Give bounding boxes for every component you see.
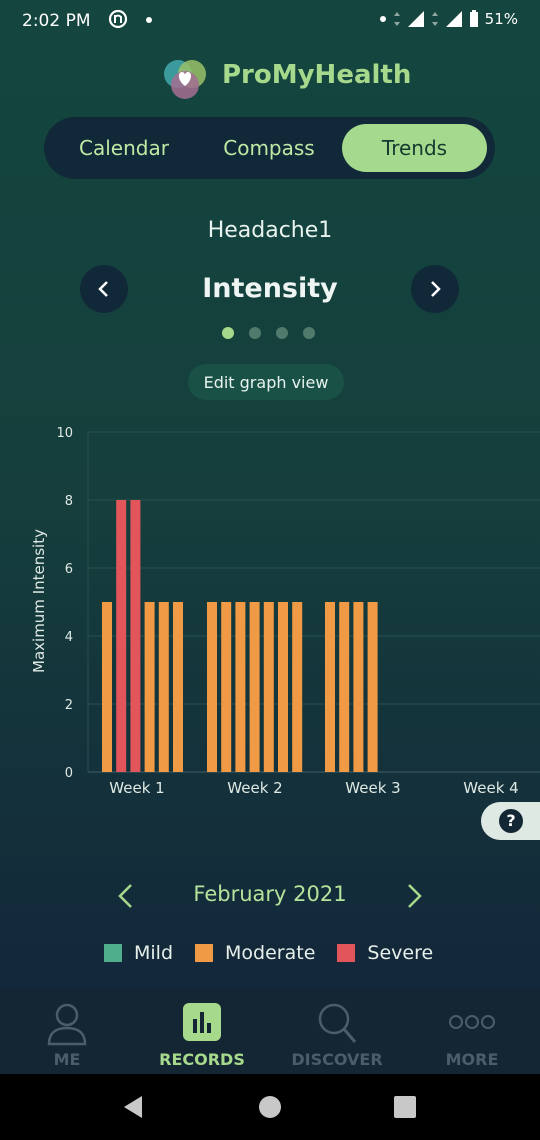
record-name: Headache1 [207,218,333,243]
recents-icon[interactable] [392,1094,418,1120]
page-dot[interactable] [249,327,261,339]
help-button[interactable]: ? [481,802,540,840]
month-label: February 2021 [193,882,347,906]
legend-item-moderate: Moderate [195,942,315,964]
metric-selector: Intensity [0,265,540,315]
bar-moderate[interactable] [325,602,335,772]
status-time: 2:02 PM [22,11,91,31]
bar-moderate[interactable] [102,602,112,772]
dot-icon [379,16,386,22]
page-dot[interactable] [222,327,234,339]
edit-graph-view-button[interactable]: Edit graph view [188,364,344,400]
bar-moderate[interactable] [158,602,169,772]
next-month-button[interactable] [396,878,432,914]
nav-label-me: ME [53,1050,81,1069]
bar-moderate[interactable] [292,602,303,772]
bar-moderate[interactable] [367,602,378,772]
data-arrows-icon-2 [431,12,438,26]
nav-label-records: RECORDS [159,1050,245,1069]
y-tick-label: 10 [56,426,73,441]
app-logo-icon [164,60,206,99]
bar-moderate[interactable] [221,602,232,772]
person-icon [47,1003,87,1046]
signal-icon-2 [445,11,462,27]
chart-legend: Mild Moderate Severe [104,942,439,964]
nav-label-more: MORE [445,1050,499,1069]
x-tick-label: Week 1 [109,779,164,797]
legend-swatch-severe [337,944,356,962]
month-navigator: February 2021 [0,874,540,918]
bar-moderate[interactable] [249,602,260,772]
chevron-right-icon [431,281,441,297]
battery-icon [469,10,478,27]
nav-records[interactable]: RECORDS [142,998,262,1069]
bar-chart-icon [183,1003,221,1041]
bar-severe[interactable] [130,500,141,772]
legend-item-mild: Mild [104,942,173,964]
x-tick-label: Week 4 [463,779,518,797]
status-bar: 2:02 PM 51% [0,0,540,44]
signal-icon [407,11,424,27]
y-axis-label: Maximum Intensity [30,529,48,673]
tab-calendar[interactable]: Calendar [54,124,194,172]
bar-moderate[interactable] [339,602,350,772]
legend-label-mild: Mild [134,942,174,964]
y-tick-label: 0 [65,766,73,781]
metric-title: Intensity [202,273,338,304]
x-tick-label: Week 2 [227,779,282,797]
tab-compass[interactable]: Compass [196,124,342,172]
y-tick-label: 8 [65,494,73,509]
y-tick-label: 4 [65,630,73,645]
legend-label-severe: Severe [367,942,434,964]
more-dots-icon [449,1015,495,1029]
nav-me[interactable]: ME [7,998,127,1069]
help-icon: ? [499,809,523,833]
x-tick-label: Week 3 [345,779,400,797]
app-notification-icon [108,9,128,29]
page-indicator [222,327,315,339]
nav-label-discover: DISCOVER [291,1050,383,1069]
bar-moderate[interactable] [263,602,274,772]
page-dot[interactable] [303,327,315,339]
next-metric-button[interactable] [411,265,459,313]
magnifier-icon [318,1003,357,1043]
back-icon[interactable] [120,1094,146,1120]
legend-swatch-moderate [195,944,214,962]
battery-level: 51% [484,10,518,28]
bar-moderate[interactable] [173,602,183,772]
app-title: ProMyHealth [222,60,412,90]
nav-discover[interactable]: DISCOVER [277,998,397,1069]
page-dot[interactable] [276,327,288,339]
bar-moderate[interactable] [278,602,288,772]
notification-dot-icon [146,17,152,23]
view-tabs: Calendar Compass Trends [44,117,495,179]
nav-more[interactable]: MORE [412,998,532,1069]
bar-moderate[interactable] [144,602,155,772]
bar-moderate[interactable] [353,602,364,772]
system-navigation-bar [0,1074,540,1140]
legend-item-severe: Severe [337,942,433,964]
y-tick-label: 2 [65,698,73,713]
bar-severe[interactable] [116,500,127,772]
tab-trends[interactable]: Trends [342,124,487,172]
legend-swatch-mild [104,944,122,962]
y-tick-label: 6 [65,562,73,577]
intensity-chart: 0 2 4 6 8 10 Week 1 Week 2 Week 3 Week 4 Maximum… [30,426,540,797]
bar-moderate[interactable] [207,602,217,772]
bottom-navigation: ME RECORDS DISCOVER MORE [0,990,540,1074]
home-icon[interactable] [257,1094,283,1120]
bar-moderate[interactable] [235,602,246,772]
data-arrows-icon [393,12,400,26]
legend-label-moderate: Moderate [225,942,316,964]
status-indicators: 51% [379,10,518,28]
